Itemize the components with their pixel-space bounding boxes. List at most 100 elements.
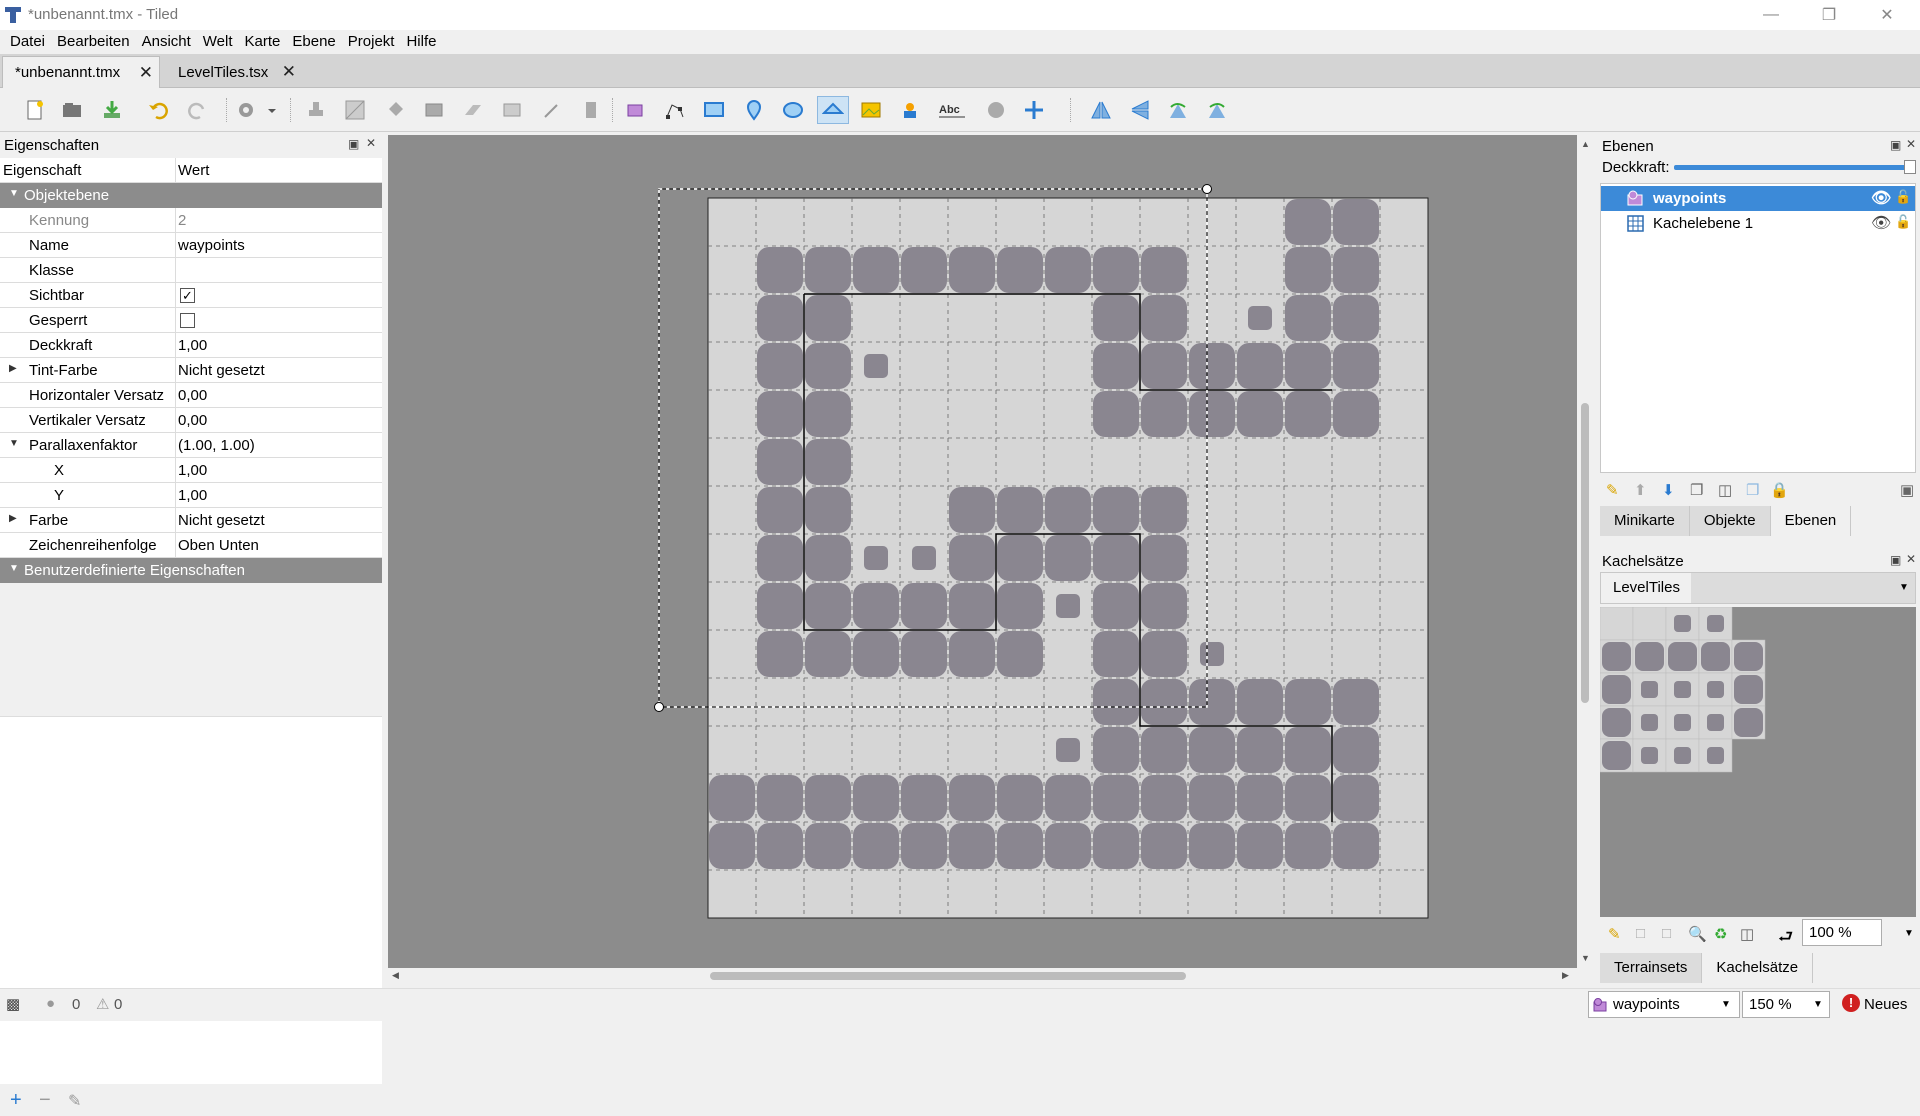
- delete-layer-icon[interactable]: ◫: [1718, 481, 1732, 499]
- expand-arrow-icon[interactable]: ▶: [9, 513, 17, 524]
- menu-bearbeiten[interactable]: Bearbeiten: [51, 30, 136, 54]
- add-property-icon[interactable]: +: [10, 1089, 22, 1112]
- rename-property-icon[interactable]: ✎: [68, 1091, 81, 1111]
- tab-objekte[interactable]: Objekte: [1689, 506, 1771, 536]
- property-row-farbe[interactable]: ▶ Farbe Nicht gesetzt: [0, 508, 382, 533]
- close-window-icon[interactable]: ✕: [1864, 0, 1910, 30]
- new-file-icon[interactable]: [21, 96, 49, 124]
- close-panel-icon[interactable]: ✕: [1906, 137, 1916, 151]
- tab-ebenen[interactable]: Ebenen: [1770, 506, 1852, 536]
- restore-icon[interactable]: ❐: [1806, 0, 1852, 30]
- path-tile[interactable]: [1602, 741, 1631, 770]
- terrain-brush-icon[interactable]: [341, 96, 369, 124]
- property-row-parallaxenfaktor[interactable]: ▼ Parallaxenfaktor (1.00, 1.00): [0, 433, 382, 458]
- select-same-tile-icon[interactable]: [577, 96, 605, 124]
- close-panel-icon[interactable]: ✕: [1906, 552, 1916, 566]
- float-panel-icon[interactable]: ▣: [1890, 138, 1901, 152]
- menu-datei[interactable]: Datei: [4, 30, 51, 54]
- stone-tile[interactable]: [1707, 615, 1724, 632]
- property-value[interactable]: Nicht gesetzt: [178, 512, 265, 529]
- duplicate-layer-icon[interactable]: ❐: [1690, 481, 1703, 499]
- zoom-combo[interactable]: 150 % ▼: [1742, 991, 1830, 1018]
- remove-property-icon[interactable]: −: [39, 1089, 51, 1112]
- locked-checkbox[interactable]: [180, 313, 195, 328]
- menu-karte[interactable]: Karte: [239, 30, 287, 54]
- property-value[interactable]: waypoints: [178, 237, 245, 254]
- horizontal-scrollbar[interactable]: ◀ ▶: [388, 968, 1577, 984]
- vertical-scroll-thumb[interactable]: [1581, 403, 1589, 703]
- highlight-layer-icon[interactable]: ❐: [1746, 481, 1759, 499]
- property-row-deckkraft[interactable]: Deckkraft 1,00: [0, 333, 382, 358]
- layer-select-combo[interactable]: waypoints ▼: [1588, 991, 1740, 1018]
- insert-ellipse-icon[interactable]: [779, 96, 807, 124]
- stone-tile[interactable]: [1674, 681, 1691, 698]
- property-row-zeichenreihenfolge[interactable]: Zeichenreihenfolge Oben Unten: [0, 533, 382, 558]
- path-tile[interactable]: [1602, 708, 1631, 737]
- expand-arrow-icon[interactable]: ▶: [9, 363, 17, 374]
- menu-projekt[interactable]: Projekt: [342, 30, 401, 54]
- lock-icon[interactable]: 🔓: [1895, 189, 1911, 205]
- tileset-tile[interactable]: [1599, 606, 1634, 641]
- group-benutzerdefiniert[interactable]: ▼ Benutzerdefinierte Eigenschaften: [0, 558, 382, 583]
- map-view[interactable]: [388, 135, 1577, 968]
- stone-tile[interactable]: [1674, 747, 1691, 764]
- float-panel-icon[interactable]: ▣: [1890, 553, 1901, 567]
- insert-rectangle-icon[interactable]: [700, 96, 728, 124]
- stone-tile[interactable]: [1674, 615, 1691, 632]
- tileset-tile[interactable]: [1632, 606, 1667, 641]
- error-icon[interactable]: ●: [46, 995, 55, 1012]
- stone-tile[interactable]: [1674, 714, 1691, 731]
- rect-select-icon[interactable]: [498, 96, 526, 124]
- tileset-menu-arrow-icon[interactable]: ▼: [1899, 582, 1909, 593]
- redo-icon[interactable]: [184, 96, 212, 124]
- tab-terrainsets[interactable]: Terrainsets: [1600, 953, 1703, 983]
- float-panel-icon[interactable]: ▣: [348, 137, 359, 151]
- dropdown-arrow-icon[interactable]: ▼: [1721, 999, 1731, 1010]
- insert-template-icon[interactable]: [896, 96, 924, 124]
- property-row-parallax-x[interactable]: X 1,00: [0, 458, 382, 483]
- raise-layer-icon[interactable]: ⬆: [1634, 481, 1647, 499]
- stamp-brush-icon[interactable]: [302, 96, 330, 124]
- tab-leveltiles[interactable]: LevelTiles.tsx ✕: [166, 56, 302, 88]
- dynamic-wrap-icon[interactable]: ⮐: [1778, 924, 1793, 953]
- opacity-slider-handle[interactable]: [1904, 160, 1916, 174]
- path-tile[interactable]: [1734, 642, 1763, 671]
- insert-point-icon[interactable]: [740, 96, 768, 124]
- dropdown-arrow-icon[interactable]: ▼: [1813, 999, 1823, 1010]
- select-objects-icon[interactable]: [622, 96, 650, 124]
- tileset-zoom-combo[interactable]: 100 %: [1802, 919, 1882, 946]
- property-value[interactable]: 0,00: [178, 412, 207, 429]
- tab-minikarte[interactable]: Minikarte: [1600, 506, 1690, 536]
- magic-wand-icon[interactable]: [538, 96, 566, 124]
- property-value[interactable]: Nicht gesetzt: [178, 362, 265, 379]
- open-file-icon[interactable]: [58, 96, 86, 124]
- layer-options-icon[interactable]: ▣: [1900, 481, 1914, 499]
- export-tileset-icon[interactable]: □: [1662, 925, 1671, 942]
- news-label[interactable]: Neues: [1864, 996, 1907, 1013]
- insert-polygon-icon[interactable]: [817, 96, 849, 124]
- new-tileset-icon[interactable]: ✎: [1608, 925, 1621, 943]
- save-icon[interactable]: [98, 96, 126, 124]
- menu-hilfe[interactable]: Hilfe: [400, 30, 442, 54]
- rotate-right-icon[interactable]: [1203, 96, 1231, 124]
- scroll-left-icon[interactable]: ◀: [392, 970, 399, 981]
- lock-icon[interactable]: 🔓: [1895, 214, 1911, 230]
- resize-handle[interactable]: [654, 702, 664, 712]
- menu-ebene[interactable]: Ebene: [286, 30, 341, 54]
- new-layer-icon[interactable]: ✎: [1606, 481, 1619, 499]
- collapse-arrow-icon[interactable]: ▼: [9, 563, 19, 574]
- close-panel-icon[interactable]: ✕: [366, 136, 376, 150]
- visible-checkbox[interactable]: ✓: [180, 288, 195, 303]
- horizontal-scroll-thumb[interactable]: [710, 972, 1186, 980]
- console-icon[interactable]: ▩: [6, 995, 20, 1013]
- edit-polygons-icon[interactable]: [661, 96, 689, 124]
- property-value[interactable]: (1.00, 1.00): [178, 437, 255, 454]
- property-row-name[interactable]: Name waypoints: [0, 233, 382, 258]
- resize-handle[interactable]: [1202, 184, 1212, 194]
- tileset-tiles[interactable]: [1599, 606, 1916, 917]
- stone-tile[interactable]: [1641, 714, 1658, 731]
- scroll-down-icon[interactable]: ▼: [1581, 953, 1590, 963]
- path-tile[interactable]: [1602, 675, 1631, 704]
- path-tile[interactable]: [1734, 708, 1763, 737]
- tab-leveltiles[interactable]: LevelTiles: [1601, 573, 1691, 603]
